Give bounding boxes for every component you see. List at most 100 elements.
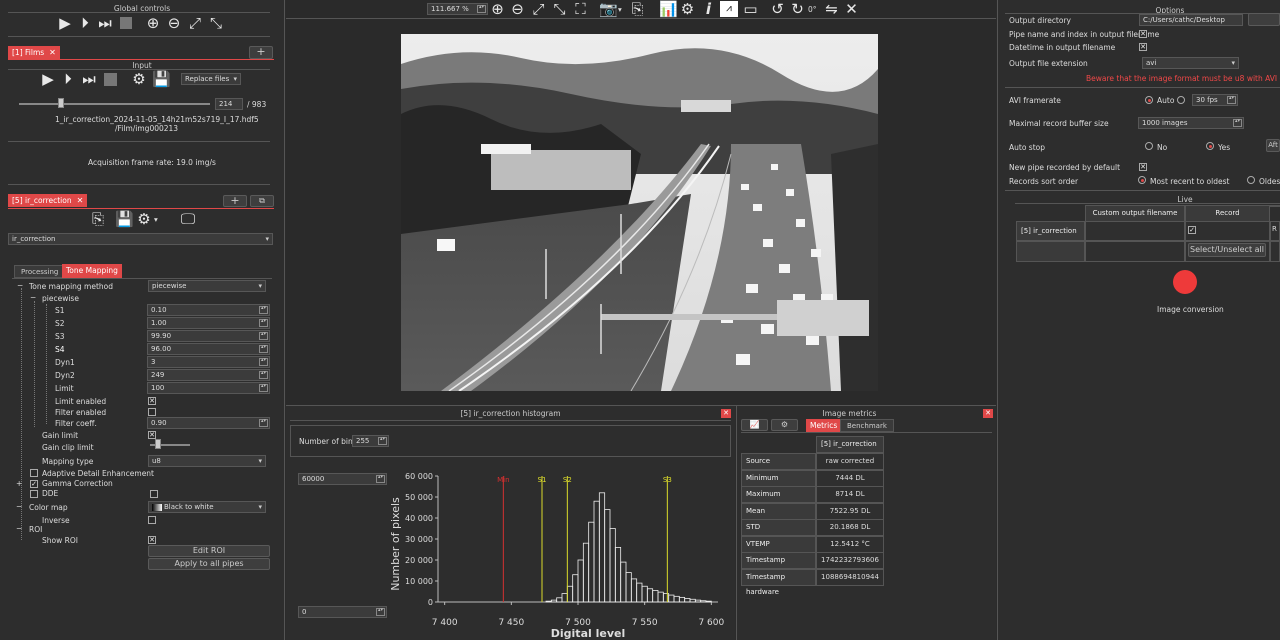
browse-button[interactable] — [1248, 13, 1280, 26]
save-icon[interactable]: 💾 — [115, 211, 134, 227]
copy-icon[interactable]: ⎘ — [629, 1, 646, 17]
edit-roi-button[interactable]: Edit ROI — [148, 545, 270, 557]
tone-map-icon[interactable]: ⩘ — [720, 1, 738, 17]
record-button[interactable] — [1173, 270, 1197, 294]
frame-slider-handle[interactable] — [57, 98, 64, 108]
replace-files-combo[interactable]: Replace files — [181, 73, 241, 85]
chart-icon[interactable]: 📈 — [741, 419, 768, 431]
zoom-field[interactable]: 111.667 % ▴▾ — [427, 3, 488, 15]
rotate-right-icon[interactable]: ↻ — [789, 1, 806, 17]
mapping-type-combo[interactable]: u8 — [148, 455, 266, 467]
spin-icon[interactable]: ▴▾ — [477, 5, 486, 13]
zoom-in-icon[interactable]: ⊕ — [145, 15, 161, 31]
output-dir-field[interactable]: C:/Users/cathc/Desktop — [1139, 14, 1243, 26]
filter-coeff-field[interactable]: 0.90 ▴▾ — [147, 417, 270, 429]
shrink-icon[interactable]: ⤡ — [208, 15, 224, 31]
datetime-checkbox[interactable]: ✕ — [1139, 43, 1147, 51]
stop-all-icon[interactable] — [120, 17, 132, 29]
stop-icon[interactable] — [104, 73, 117, 86]
close-icon[interactable]: ✕ — [721, 409, 731, 418]
play-all-icon[interactable]: ▶ — [57, 15, 73, 31]
step-forward-all-icon[interactable]: ⏵ — [77, 15, 93, 31]
dde-checkbox[interactable] — [30, 490, 38, 498]
spin-icon[interactable]: ▴▾ — [259, 371, 268, 379]
spin-icon[interactable]: ▴▾ — [378, 437, 387, 445]
zoom-out-icon[interactable]: ⊖ — [166, 15, 182, 31]
gear-icon[interactable]: ⚙ — [136, 211, 152, 227]
yes-radio[interactable] — [1206, 142, 1214, 150]
close-icon[interactable]: ✕ — [77, 196, 84, 205]
limit-enabled-checkbox[interactable]: ✕ — [148, 397, 156, 405]
spin-icon[interactable]: ▴▾ — [259, 306, 268, 314]
spin-icon[interactable]: ▴▾ — [259, 345, 268, 353]
bins-field[interactable]: 255 ▴▾ — [352, 435, 389, 447]
gear-icon[interactable]: ⚙ — [679, 1, 696, 17]
gamma-checkbox[interactable]: ✓ — [30, 480, 38, 488]
gear-icon[interactable]: ⚙ — [131, 71, 147, 87]
ade-checkbox[interactable] — [30, 469, 38, 477]
record-checkbox[interactable]: ✓ — [1188, 226, 1196, 234]
tab-tone-mapping[interactable]: Tone Mapping — [62, 264, 122, 278]
buffer-field[interactable]: 1000 images ▴▾ — [1138, 117, 1244, 129]
crop-icon[interactable]: ▭ — [742, 1, 759, 17]
camera-icon[interactable]: 📷 — [599, 1, 618, 17]
close-icon[interactable]: ✕ — [983, 409, 993, 418]
add-film-button[interactable]: + — [249, 46, 273, 59]
info-icon[interactable]: i — [700, 1, 717, 17]
fit-icon[interactable]: ⤢ — [530, 1, 547, 17]
chevron-down-icon[interactable]: ▾ — [618, 5, 622, 14]
pipe-name-checkbox[interactable]: ✕ — [1139, 30, 1147, 38]
ext-combo[interactable]: avi — [1142, 57, 1239, 69]
frame-slider-track[interactable] — [19, 103, 210, 105]
export-icon[interactable]: ⎘ — [90, 211, 106, 227]
shrink-icon[interactable]: ⤡ — [551, 1, 568, 17]
collapse-icon[interactable]: − — [16, 524, 22, 533]
fit-icon[interactable]: ⤢ — [187, 15, 203, 31]
histogram-chart[interactable]: 0 10 000 20 000 30 000 40 000 50 000 60 000 7 4… — [386, 460, 732, 640]
rotate-left-icon[interactable]: ↺ — [769, 1, 786, 17]
filter-enabled-checkbox[interactable] — [148, 408, 156, 416]
dde-enable-checkbox[interactable] — [150, 490, 158, 498]
spin-icon[interactable]: ▴▾ — [376, 475, 385, 483]
gear-icon[interactable]: ⚙ — [771, 419, 798, 431]
recent-radio[interactable] — [1138, 176, 1146, 184]
live-row-custom[interactable] — [1085, 221, 1185, 241]
skip-end-all-icon[interactable]: ⏭ — [97, 15, 113, 31]
chevron-down-icon[interactable]: ▾ — [154, 215, 158, 224]
flip-icon[interactable]: ⇋ — [823, 1, 840, 17]
hist-top-field[interactable]: 60000 ▴▾ — [298, 473, 387, 485]
gain-clip-handle[interactable] — [154, 439, 161, 449]
spin-icon[interactable]: ▴▾ — [1233, 119, 1242, 127]
skip-end-icon[interactable]: ⏭ — [81, 71, 97, 87]
close-icon[interactable]: ✕ — [843, 1, 860, 17]
play-icon[interactable]: ▶ — [40, 71, 56, 87]
ir-image[interactable] — [401, 34, 878, 391]
spin-icon[interactable]: ▴▾ — [259, 384, 268, 392]
select-all-button[interactable]: Select/Unselect all — [1188, 243, 1266, 257]
apply-all-button[interactable]: Apply to all pipes — [148, 558, 270, 570]
spin-icon[interactable]: ▴▾ — [259, 358, 268, 366]
collapse-icon[interactable]: − — [16, 502, 22, 511]
spin-icon[interactable]: ▴▾ — [259, 319, 268, 327]
fullscreen-icon[interactable]: ⛶ — [572, 1, 589, 17]
auto-radio[interactable] — [1145, 96, 1153, 104]
spin-icon[interactable]: ▴▾ — [1227, 96, 1236, 104]
duplicate-pipe-button[interactable]: ⧉ — [250, 195, 274, 207]
save-icon[interactable]: 💾 — [152, 71, 171, 87]
after-button[interactable]: Aft — [1266, 139, 1280, 152]
histogram-icon[interactable]: 📊 — [659, 1, 678, 17]
tab-benchmark[interactable]: Benchmark — [840, 419, 894, 432]
fps-radio[interactable] — [1177, 96, 1185, 104]
fps-field[interactable]: 30 fps ▴▾ — [1192, 94, 1238, 106]
frame-index-field[interactable]: 214 — [215, 98, 243, 110]
hist-bottom-field[interactable]: 0 ▴▾ — [298, 606, 387, 618]
no-radio[interactable] — [1145, 142, 1153, 150]
films-tab[interactable]: [1] Films ✕ — [8, 46, 60, 59]
zoom-out-icon[interactable]: ⊖ — [509, 1, 526, 17]
oldest-radio[interactable] — [1247, 176, 1255, 184]
collapse-icon[interactable]: − — [17, 281, 23, 290]
param-field[interactable]: 96.00 ▴▾ — [147, 343, 270, 355]
gain-limit-checkbox[interactable]: ✕ — [148, 431, 156, 439]
pipe-combo[interactable]: ir_correction — [8, 233, 273, 245]
param-field[interactable]: 3 ▴▾ — [147, 356, 270, 368]
